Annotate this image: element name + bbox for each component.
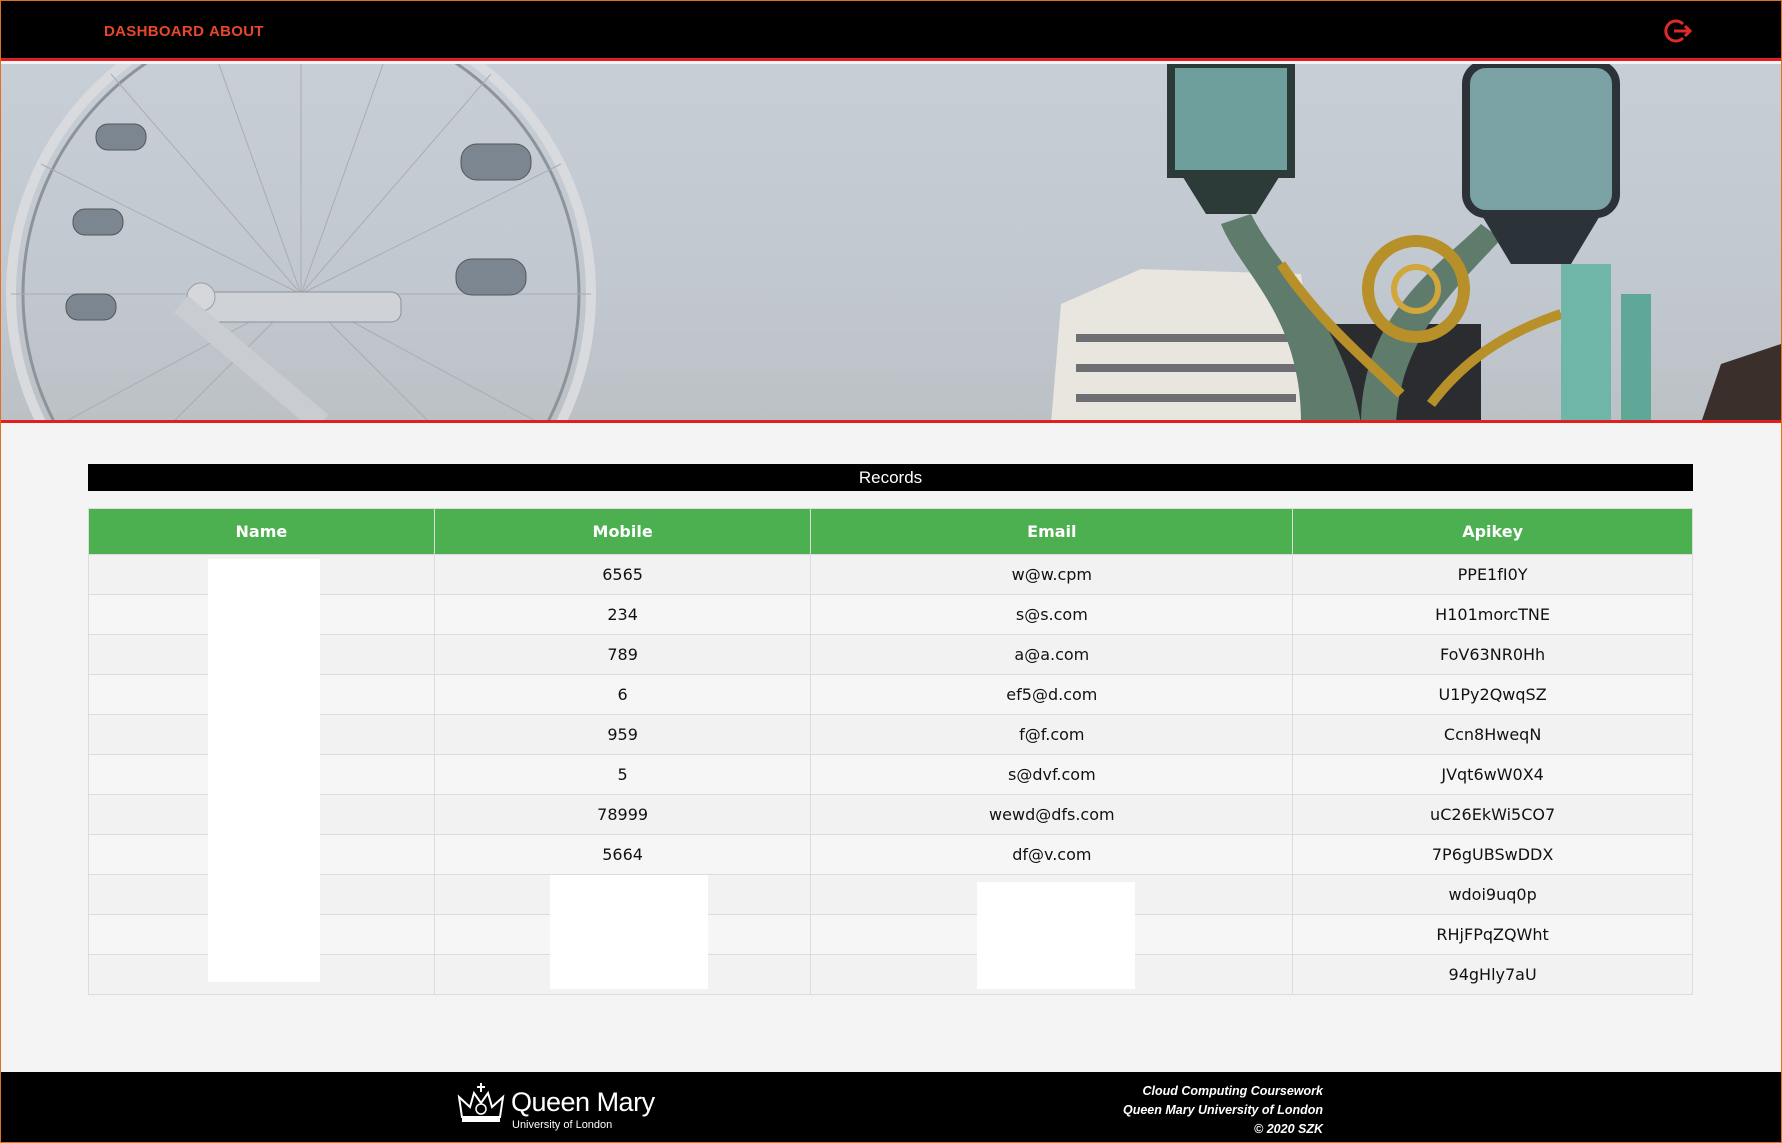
cell-apikey: wdoi9uq0p xyxy=(1292,874,1693,915)
crown-icon xyxy=(457,1083,505,1122)
cell-apikey: FoV63NR0Hh xyxy=(1292,634,1693,675)
column-header-email: Email xyxy=(810,508,1294,555)
table-row: 78999 wewd@dfs.com uC26EkWi5CO7 xyxy=(88,794,1693,835)
page-footer: Queen Mary University of London Cloud Co… xyxy=(1,1072,1781,1142)
redacted-name-column xyxy=(208,559,320,982)
cell-apikey: RHjFPqZQWht xyxy=(1292,914,1693,955)
table-row: 959 f@f.com Ccn8HweqN xyxy=(88,714,1693,755)
cell-apikey: uC26EkWi5CO7 xyxy=(1292,794,1693,835)
table-row: wdoi9uq0p xyxy=(88,874,1693,915)
footer-credits: Cloud Computing Coursework Queen Mary Un… xyxy=(1123,1082,1323,1139)
column-header-mobile: Mobile xyxy=(433,508,812,555)
ferris-wheel-illustration xyxy=(6,64,596,420)
logout-power-icon[interactable] xyxy=(1663,17,1693,45)
cell-mobile: 234 xyxy=(433,594,812,635)
table-row: 94gHly7aU xyxy=(88,954,1693,995)
table-row: 5 s@dvf.com JVqt6wW0X4 xyxy=(88,754,1693,795)
hero-banner-image xyxy=(1,64,1781,423)
cell-apikey: U1Py2QwqSZ xyxy=(1292,674,1693,715)
cell-mobile: 789 xyxy=(433,634,812,675)
cell-email: a@a.com xyxy=(810,634,1294,675)
logo-subtitle-text: University of London xyxy=(512,1119,613,1131)
cell-mobile: 959 xyxy=(433,714,812,755)
cell-mobile: 6 xyxy=(433,674,812,715)
cell-apikey: JVqt6wW0X4 xyxy=(1292,754,1693,795)
cell-email: ef5@d.com xyxy=(810,674,1294,715)
queen-mary-logo: Queen Mary University of London xyxy=(456,1081,655,1133)
table-row: 6565 w@w.cpm PPE1fI0Y xyxy=(88,554,1693,595)
cell-apikey: PPE1fI0Y xyxy=(1292,554,1693,595)
column-header-apikey: Apikey xyxy=(1292,508,1693,555)
cell-apikey: 94gHly7aU xyxy=(1292,954,1693,995)
cell-apikey: H101morcTNE xyxy=(1292,594,1693,635)
nav-dashboard-link[interactable]: DASHBOARD xyxy=(104,23,204,40)
table-row: RHjFPqZQWht xyxy=(88,914,1693,955)
cell-email: s@dvf.com xyxy=(810,754,1294,795)
table-row: 6 ef5@d.com U1Py2QwqSZ xyxy=(88,674,1693,715)
cell-mobile: 6565 xyxy=(433,554,812,595)
redacted-email-cells xyxy=(977,882,1135,989)
table-row: 789 a@a.com FoV63NR0Hh xyxy=(88,634,1693,675)
records-title-bar: Records xyxy=(88,464,1693,491)
table-row: 5664 df@v.com 7P6gUBSwDDX xyxy=(88,834,1693,875)
cell-apikey: 7P6gUBSwDDX xyxy=(1292,834,1693,875)
cell-email: wewd@dfs.com xyxy=(810,794,1294,835)
cell-email: w@w.cpm xyxy=(810,554,1294,595)
cell-apikey: Ccn8HweqN xyxy=(1292,714,1693,755)
cell-mobile: 5664 xyxy=(433,834,812,875)
cell-email: f@f.com xyxy=(810,714,1294,755)
footer-line-university: Queen Mary University of London xyxy=(1122,1103,1323,1117)
column-header-name: Name xyxy=(88,508,435,555)
cell-mobile: 5 xyxy=(433,754,812,795)
redacted-mobile-cells xyxy=(550,875,708,989)
top-navbar: DASHBOARD ABOUT xyxy=(1,1,1781,61)
nav-about-link[interactable]: ABOUT xyxy=(209,23,264,40)
footer-line-copyright: © 2020 SZK xyxy=(1254,1122,1323,1136)
cell-email: s@s.com xyxy=(810,594,1294,635)
cell-mobile: 78999 xyxy=(433,794,812,835)
records-table: Name Mobile Email Apikey 6565 w@w.cpm PPE1… xyxy=(88,508,1693,995)
table-row: 234 s@s.com H101morcTNE xyxy=(88,594,1693,635)
footer-line-course: Cloud Computing Coursework xyxy=(1142,1084,1323,1098)
table-header-row: Name Mobile Email Apikey xyxy=(88,508,1693,555)
logo-name-text: Queen Mary xyxy=(511,1087,655,1117)
cell-email: df@v.com xyxy=(810,834,1294,875)
